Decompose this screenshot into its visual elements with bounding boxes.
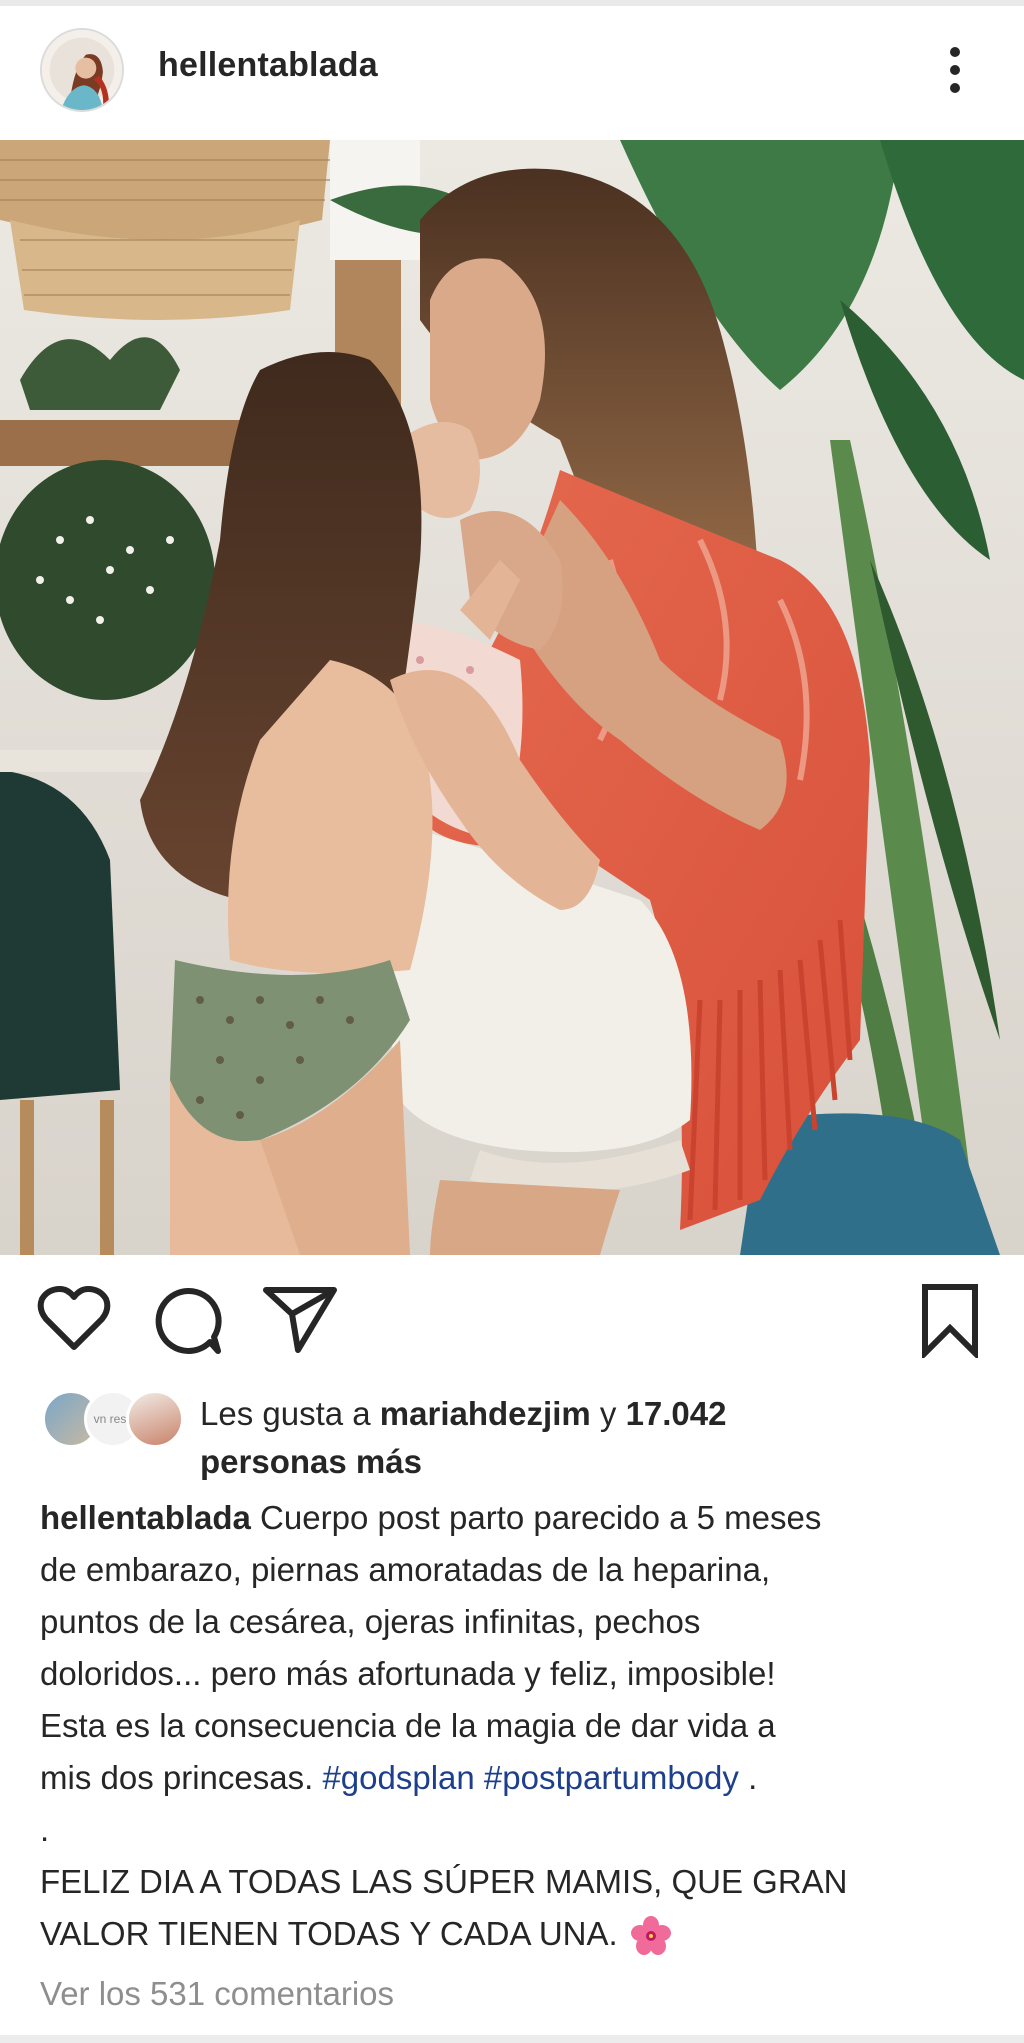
caption-text: Cuerpo post parto parecido a 5 meses xyxy=(250,1499,822,1536)
comment-bubble-icon[interactable] xyxy=(152,1285,224,1357)
likes-count[interactable]: 17.042 xyxy=(626,1395,727,1432)
likes-connector: y xyxy=(590,1395,626,1432)
profile-avatar[interactable] xyxy=(40,28,124,112)
likes-prefix: Les gusta a xyxy=(200,1395,380,1432)
post-caption: hellentablada Cuerpo post parto parecido… xyxy=(40,1492,990,1960)
caption-text: doloridos... pero más afortunada y feliz… xyxy=(40,1655,776,1692)
hibiscus-flower-icon xyxy=(630,1916,671,1956)
liker-username[interactable]: mariahdezjim xyxy=(380,1395,591,1432)
bookmark-icon[interactable] xyxy=(920,1282,980,1361)
caption-author[interactable]: hellentablada xyxy=(40,1499,251,1536)
liker-avatars[interactable]: vn ress xyxy=(42,1390,184,1448)
caption-text: mis dos princesas. xyxy=(40,1759,323,1796)
more-vertical-icon[interactable] xyxy=(940,42,970,98)
profile-photo xyxy=(42,30,122,110)
caption-text: de embarazo, piernas amoratadas de la he… xyxy=(40,1551,771,1588)
caption-text: puntos de la cesárea, ojeras infinitas, … xyxy=(40,1603,701,1640)
bottom-divider xyxy=(0,2035,1024,2043)
post-username[interactable]: hellentablada xyxy=(158,46,378,85)
likes-summary[interactable]: Les gusta a mariahdezjim y 17.042 xyxy=(200,1390,727,1438)
caption-text: VALOR TIENEN TODAS Y CADA UNA. xyxy=(40,1915,627,1952)
avatar xyxy=(126,1390,184,1448)
post-header: hellentablada xyxy=(0,6,1024,140)
caption-text: FELIZ DIA A TODAS LAS SÚPER MAMIS, QUE G… xyxy=(40,1863,848,1900)
caption-text: . xyxy=(738,1759,758,1796)
caption-text: Esta es la consecuencia de la magia de d… xyxy=(40,1707,776,1744)
heart-icon[interactable] xyxy=(36,1285,112,1353)
likes-suffix[interactable]: personas más xyxy=(200,1438,422,1486)
caption-text: . xyxy=(40,1811,50,1848)
hashtag-link[interactable]: #godsplan xyxy=(322,1759,474,1796)
post-photo[interactable] xyxy=(0,140,1024,1255)
paper-plane-icon[interactable] xyxy=(262,1284,338,1354)
hashtag-link[interactable]: #postpartumbody xyxy=(484,1759,739,1796)
view-comments-link[interactable]: Ver los 531 comentarios xyxy=(40,1970,394,2018)
